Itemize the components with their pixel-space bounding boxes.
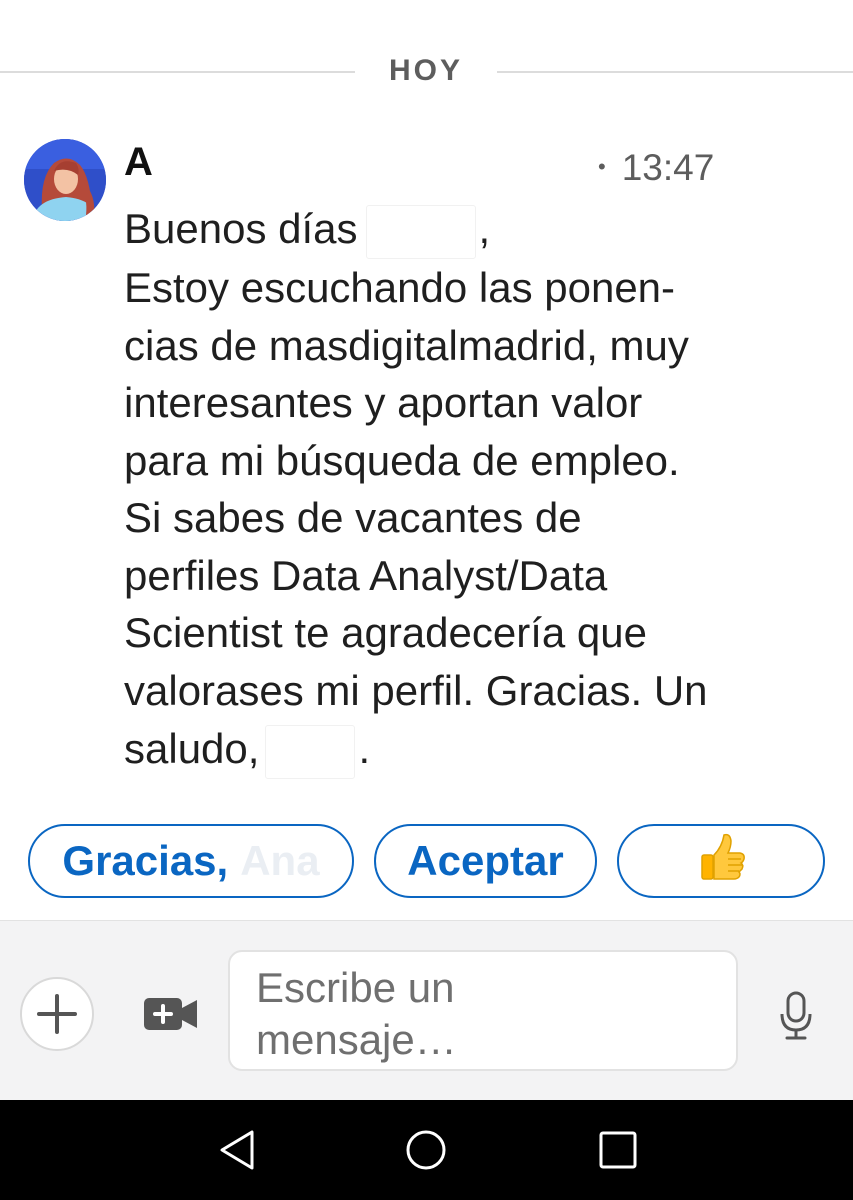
avatar[interactable]	[24, 139, 106, 221]
voice-message-button[interactable]	[778, 990, 814, 1042]
square-recents-icon	[599, 1131, 637, 1169]
quick-reply-accept-button[interactable]: Aceptar	[374, 824, 597, 898]
message-line: perfiles Data Analyst/Data	[124, 551, 608, 599]
messaging-screen: HOY A • 13:47 Buenos días, Estoy escuchan…	[0, 0, 853, 1200]
quick-reply-thanks-label: Gracias,	[62, 837, 229, 884]
video-plus-icon	[144, 998, 197, 1030]
message-line: cias de masdigitalmadrid, muy	[124, 321, 689, 369]
message-line: Si sabes de vacantes de	[124, 494, 582, 542]
message-line: Scientist te agradecería que	[124, 609, 647, 657]
message-line: saludo,.	[124, 720, 824, 779]
triangle-back-icon	[220, 1130, 254, 1170]
nav-back-button[interactable]	[216, 1128, 260, 1172]
avatar-portrait-icon	[24, 139, 106, 221]
add-attachment-button[interactable]	[20, 977, 94, 1051]
message-input[interactable]: Escribe un mensaje…	[228, 950, 738, 1071]
quick-reply-thanks-button[interactable]: Gracias, Ana	[28, 824, 354, 898]
message-input-placeholder-line1: Escribe un	[256, 964, 455, 1011]
system-navigation-bar	[0, 1100, 853, 1200]
microphone-icon	[780, 991, 812, 1040]
plus-icon	[37, 994, 77, 1034]
quick-reply-accept-label: Aceptar	[407, 837, 564, 884]
greeting-text: Buenos días	[124, 205, 358, 252]
message-timestamp: • 13:47	[598, 147, 714, 189]
quick-reply-thanks-name: Ana	[240, 837, 320, 884]
message-time: 13:47	[621, 147, 715, 188]
thumbs-up-icon	[694, 829, 748, 893]
date-divider-label: HOY	[388, 54, 463, 87]
quick-reply-thumbs-up-button[interactable]	[617, 824, 825, 898]
redacted-name	[365, 204, 476, 259]
date-divider: HOY	[0, 48, 853, 98]
divider-line-right	[497, 71, 853, 73]
bullet-dot: •	[598, 154, 606, 179]
video-message-button[interactable]	[142, 994, 200, 1034]
message-line: valorases mi perfil. Gracias. Un	[124, 667, 708, 715]
message-line: Estoy escuchando las ponen-	[124, 263, 676, 311]
closing-text: saludo,	[124, 724, 260, 772]
message-input-placeholder-line2: mensaje…	[256, 1016, 457, 1063]
greeting-comma: ,	[478, 205, 491, 252]
message-line: interesantes y aportan valor	[124, 379, 643, 427]
message-body: Buenos días, Estoy escuchando las ponen-…	[124, 200, 824, 779]
redacted-signature	[265, 724, 356, 779]
divider-line-left	[0, 71, 355, 73]
nav-recents-button[interactable]	[596, 1128, 640, 1172]
message-line: para mi búsqueda de empleo.	[124, 436, 680, 484]
sender-name[interactable]: A	[124, 140, 153, 185]
circle-home-icon	[406, 1130, 446, 1170]
closing-period: .	[358, 724, 371, 772]
nav-home-button[interactable]	[404, 1128, 448, 1172]
message-line: Buenos días,	[124, 200, 824, 259]
